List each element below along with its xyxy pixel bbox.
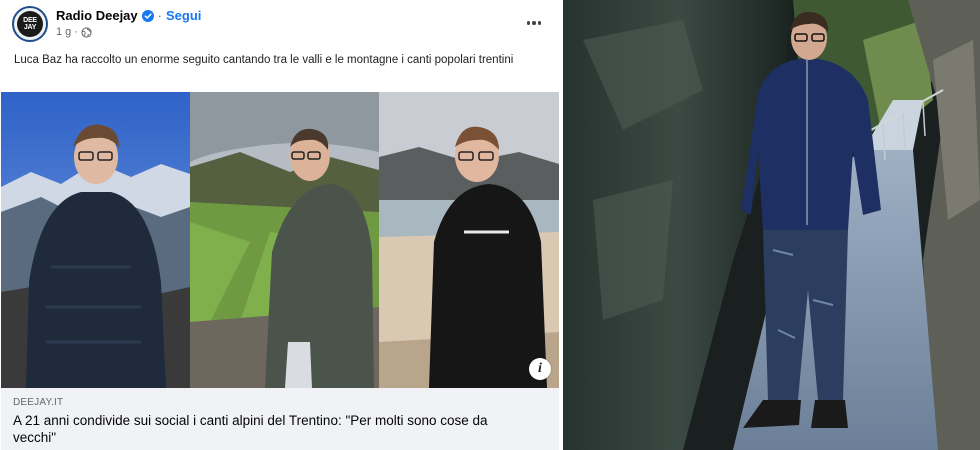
post-media-collage[interactable]: i [1, 92, 559, 388]
page-name-row: Radio Deejay · Segui [56, 8, 201, 23]
post-header: DEE JAY Radio Deejay · Segui 1 g · [12, 5, 552, 45]
post-time[interactable]: 1 g [56, 26, 71, 38]
link-title[interactable]: A 21 anni condivide sui social i canti a… [13, 412, 533, 446]
page-avatar[interactable]: DEE JAY [12, 6, 48, 42]
photo-mountains[interactable] [1, 92, 190, 388]
globe-icon [81, 26, 92, 38]
more-dot [537, 21, 542, 25]
more-dot [526, 21, 531, 25]
facebook-post: DEE JAY Radio Deejay · Segui 1 g · Luca … [0, 0, 563, 450]
photo-tunnel-portrait [563, 0, 980, 450]
info-icon[interactable]: i [529, 358, 551, 380]
tunnel-scene [563, 0, 980, 450]
photo-lake[interactable] [379, 92, 559, 388]
logo-line-1: DEE [23, 17, 37, 24]
photo-valley[interactable] [190, 92, 379, 388]
post-text: Luca Baz ha raccolto un enorme seguito c… [14, 54, 514, 66]
link-preview[interactable]: DEEJAY.IT A 21 anni condivide sui social… [1, 388, 559, 450]
meta-separator: · [74, 26, 78, 38]
separator-dot: · [157, 8, 162, 23]
verified-badge-icon [141, 9, 154, 22]
deejay-logo: DEE JAY [17, 11, 43, 37]
post-meta: 1 g · [56, 26, 92, 38]
page-name[interactable]: Radio Deejay [56, 8, 138, 23]
follow-button[interactable]: Segui [166, 8, 201, 23]
link-domain: DEEJAY.IT [13, 397, 64, 408]
logo-line-2: JAY [23, 24, 37, 31]
more-dot [532, 21, 536, 25]
more-options-icon[interactable] [522, 14, 546, 32]
